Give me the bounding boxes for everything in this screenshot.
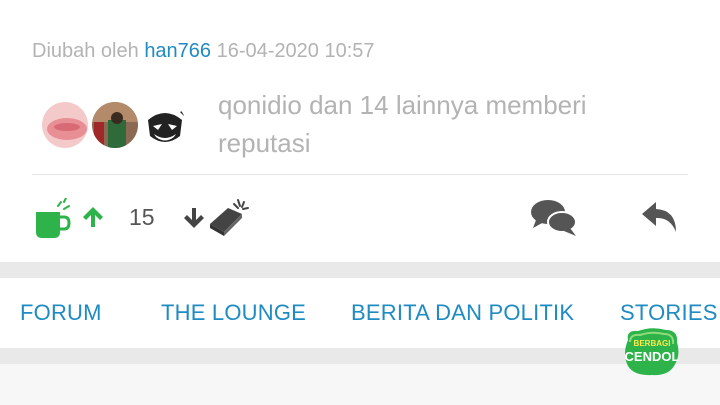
section-separator xyxy=(0,348,720,364)
nav-item-berita-dan-politik[interactable]: BERITA DAN POLITIK xyxy=(351,300,574,326)
avatar[interactable] xyxy=(40,100,90,150)
section-separator xyxy=(0,262,720,278)
post-action-bar xyxy=(0,190,720,250)
downvote-arrow-icon[interactable] xyxy=(182,206,206,235)
badge-line2: CENDOL xyxy=(625,349,680,364)
berbagi-cendol-badge[interactable]: BERBAGI CENDOL xyxy=(622,326,682,378)
reply-arrow-icon[interactable] xyxy=(640,200,680,239)
nav-item-the-lounge[interactable]: THE LOUNGE xyxy=(161,300,306,326)
edited-timestamp: 16-04-2020 10:57 xyxy=(216,40,375,62)
avatar[interactable] xyxy=(138,100,188,150)
nav-item-stories[interactable]: STORIES F xyxy=(620,300,720,326)
nav-item-forum[interactable]: FORUM xyxy=(20,300,102,326)
bata-brick-icon[interactable] xyxy=(208,196,252,241)
edited-prefix: Diubah oleh xyxy=(32,40,139,62)
cendol-cup-icon[interactable] xyxy=(34,197,74,245)
upvote-arrow-icon[interactable] xyxy=(81,205,105,234)
vote-count: 15 xyxy=(129,204,155,230)
divider xyxy=(32,174,688,175)
avatar[interactable] xyxy=(90,100,140,150)
reputation-text[interactable]: qonidio dan 14 lainnya memberi reputasi xyxy=(218,86,678,162)
category-nav: FORUM THE LOUNGE BERITA DAN POLITIK STOR… xyxy=(0,278,720,348)
editor-username-link[interactable]: han766 xyxy=(144,40,211,62)
edited-info: Diubah oleh han766 16-04-2020 10:57 xyxy=(32,40,375,63)
next-section xyxy=(0,364,720,405)
badge-line1: BERBAGI xyxy=(634,339,671,348)
comment-bubbles-icon[interactable] xyxy=(530,198,578,243)
